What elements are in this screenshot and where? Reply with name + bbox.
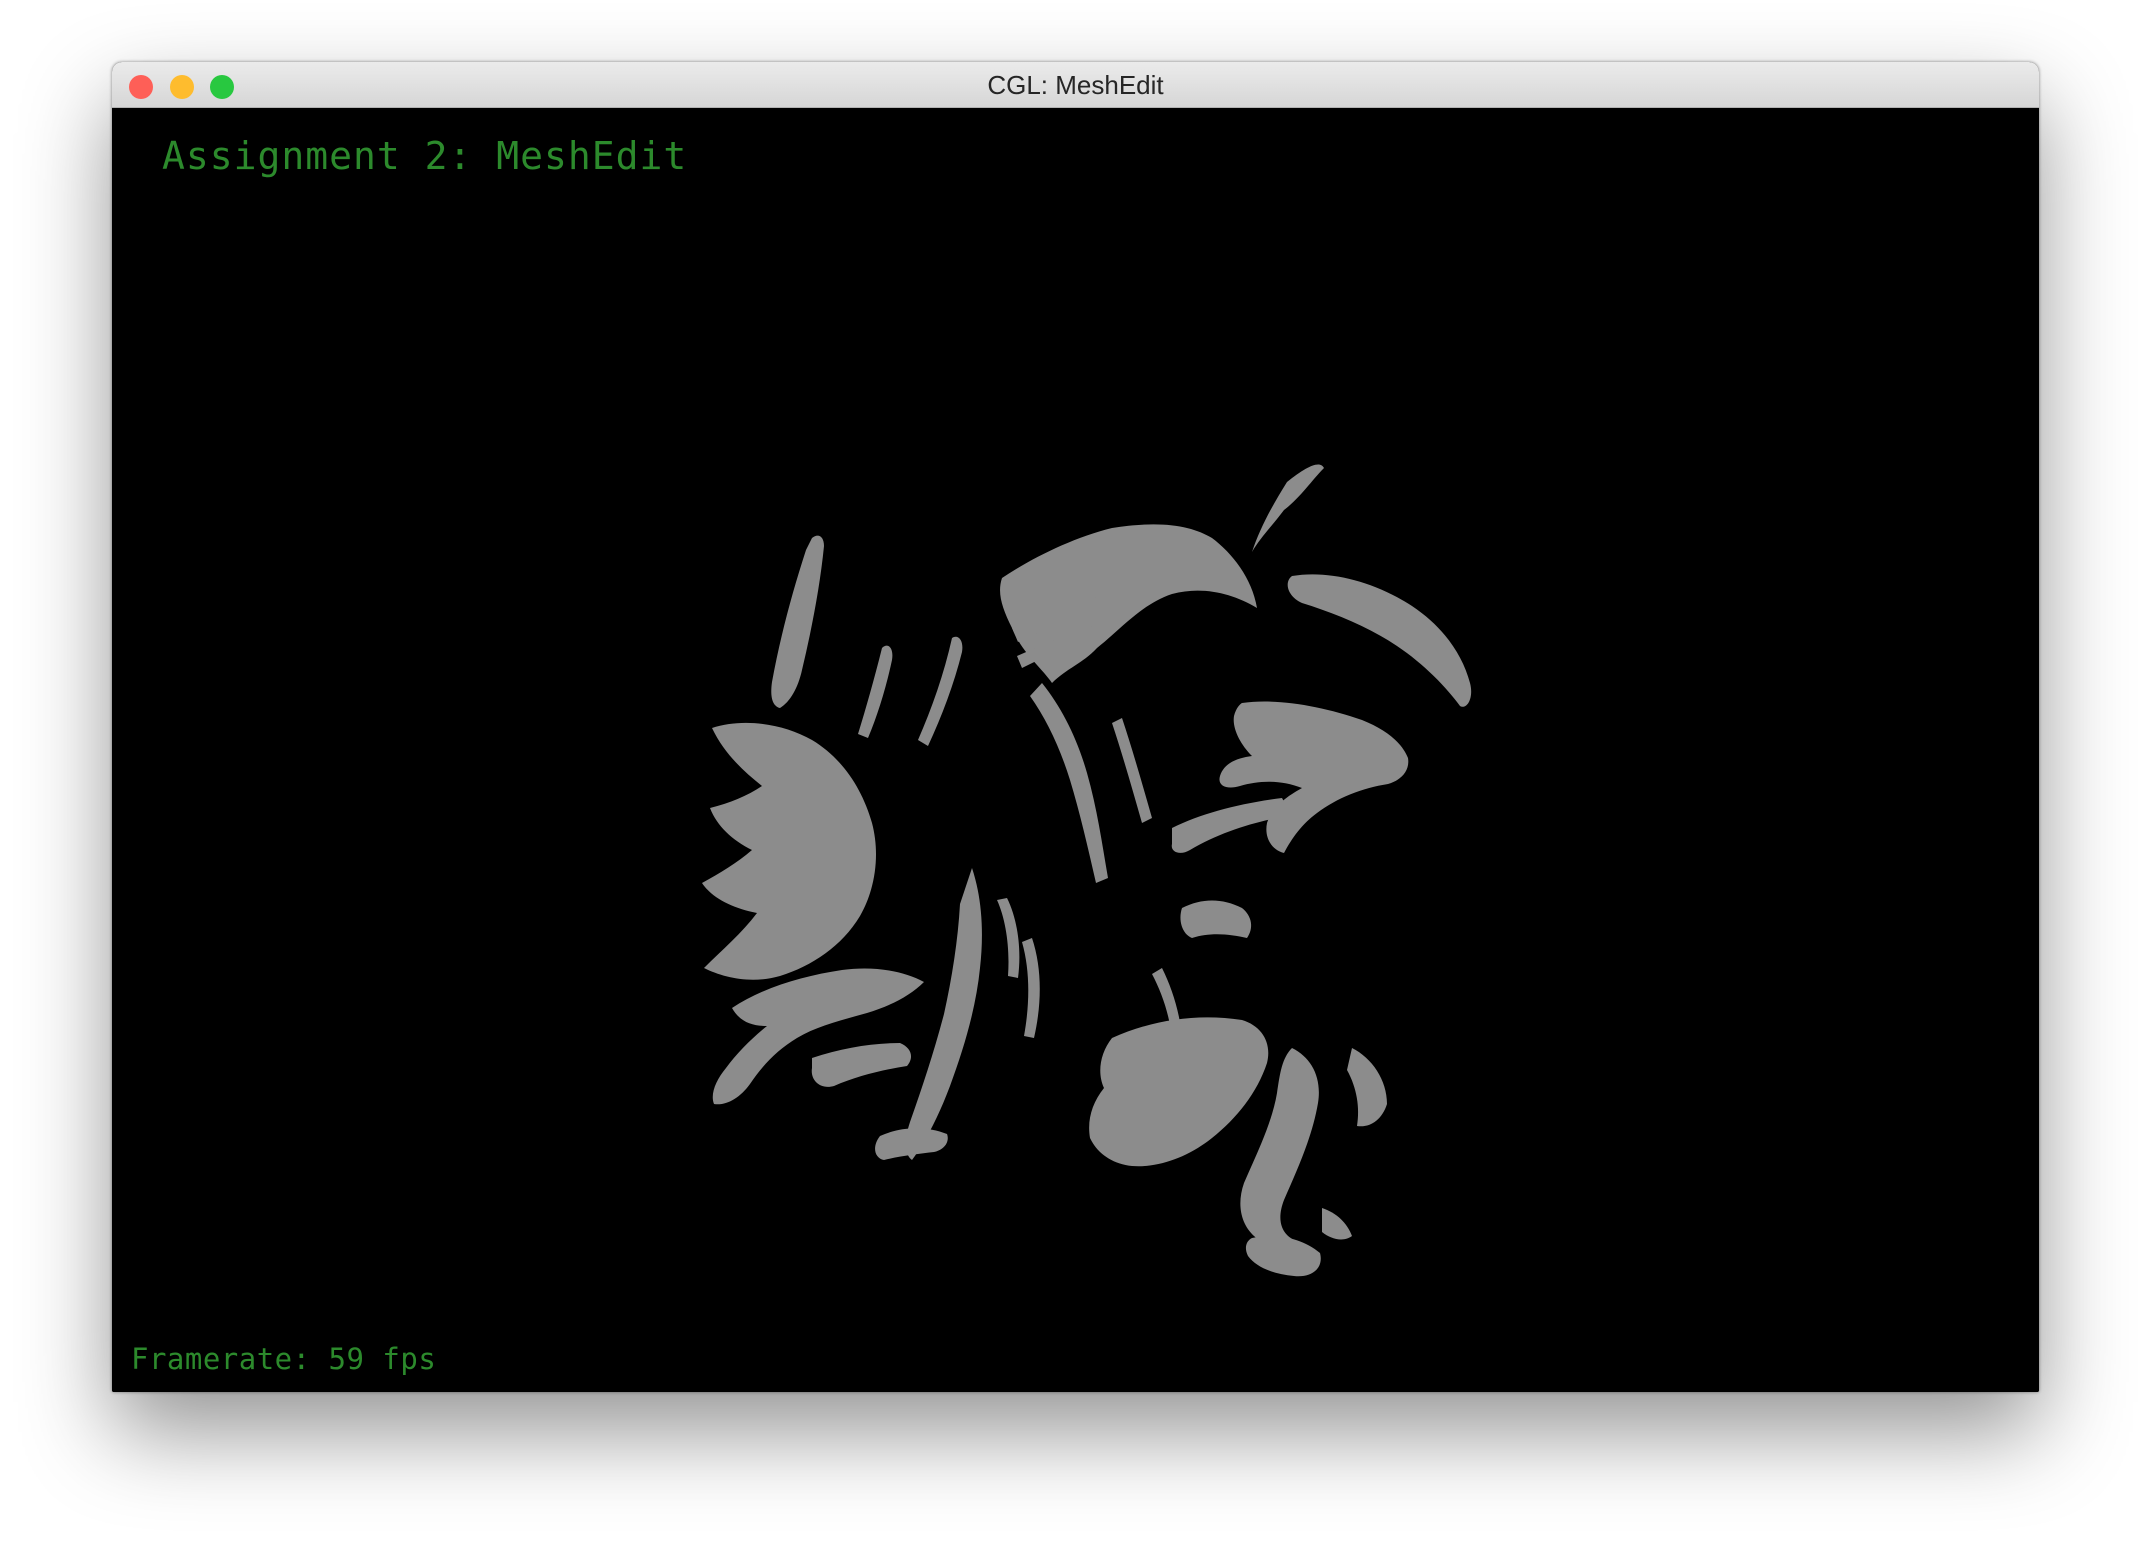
dragon-mesh-model xyxy=(702,464,1472,1277)
mesh-tail-tip xyxy=(1322,1208,1352,1240)
mesh-right-wing xyxy=(1287,574,1472,707)
mesh-belly xyxy=(1180,900,1252,938)
window-title: CGL: MeshEdit xyxy=(987,70,1164,100)
mesh-crest xyxy=(1252,464,1324,552)
mesh-hind-body xyxy=(1089,1017,1269,1167)
mesh-strand-b xyxy=(1022,938,1040,1038)
app-window: CGL: MeshEdit Assignment 2: MeshEdit Fra… xyxy=(112,62,2039,1392)
mesh-left-spike xyxy=(771,535,824,708)
mesh-render[interactable] xyxy=(112,108,2039,1392)
mesh-front-leg xyxy=(905,868,982,1160)
mesh-left-spike-3 xyxy=(918,636,963,746)
title-bar[interactable]: CGL: MeshEdit xyxy=(112,62,2039,108)
mesh-head xyxy=(1219,701,1409,853)
mesh-left-jaw-lower xyxy=(811,1043,912,1087)
render-viewport[interactable]: Assignment 2: MeshEdit Framerate: 59 fps xyxy=(112,108,2039,1392)
mesh-strand-a xyxy=(997,898,1020,978)
assignment-title: Assignment 2: MeshEdit xyxy=(162,134,688,178)
framerate-readout: Framerate: 59 fps xyxy=(131,1342,437,1376)
mesh-left-spike-2 xyxy=(858,645,893,738)
mesh-hind-foot xyxy=(1245,1236,1321,1277)
mesh-neck xyxy=(1030,683,1108,883)
mesh-knee xyxy=(1347,1048,1387,1127)
mesh-left-head xyxy=(702,722,876,980)
mesh-neck-2 xyxy=(1112,718,1152,823)
